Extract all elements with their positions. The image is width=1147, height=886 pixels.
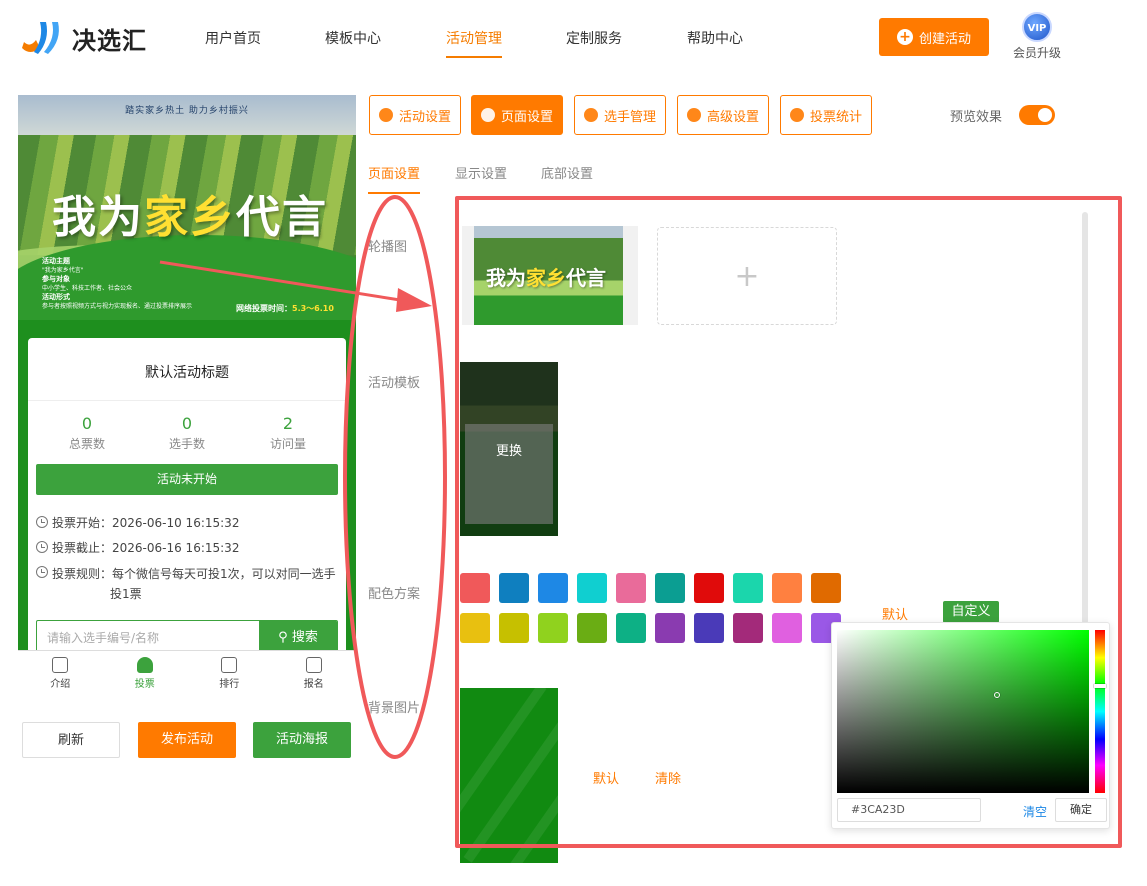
annotation-arrow-line	[159, 260, 401, 302]
annotation-ellipse	[343, 195, 447, 759]
annotation-arrowhead	[396, 288, 432, 312]
annotation-overlay	[159, 195, 447, 759]
